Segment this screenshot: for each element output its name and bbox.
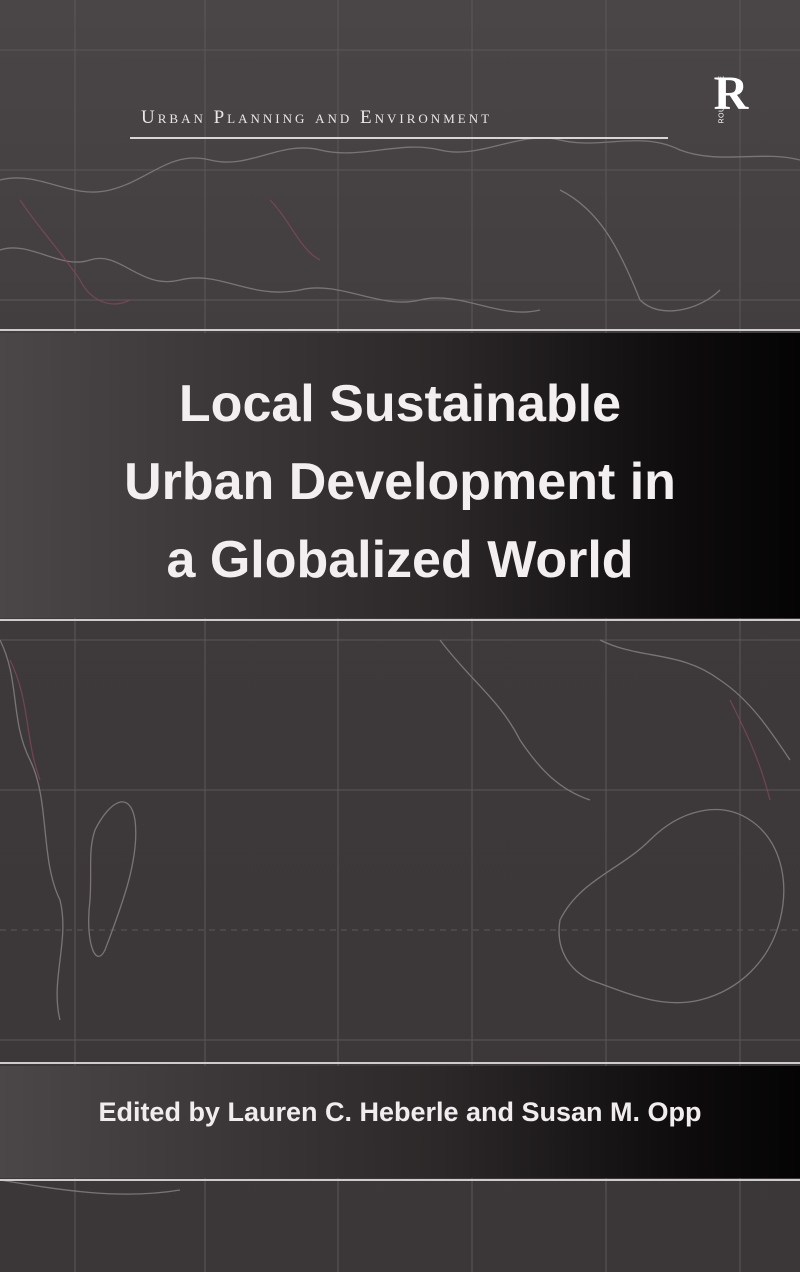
series-divider: [130, 137, 668, 139]
title-line-1: Local Sustainable: [178, 375, 622, 433]
editors-credit: Edited by Lauren C. Heberle and Susan M.…: [98, 1097, 702, 1127]
book-cover: Urban Planning and Environment R ROUTLED…: [0, 0, 800, 1272]
title-band-top-rule: [0, 329, 800, 331]
routledge-logo: R ROUTLEDGE: [711, 67, 751, 128]
editors-band-bottom-rule: [0, 1179, 800, 1181]
title-line-3: a Globalized World: [166, 531, 634, 589]
title-band-bottom-rule: [0, 619, 800, 621]
editors-band-top-rule: [0, 1062, 800, 1064]
series-name: Urban Planning and Environment: [141, 107, 493, 128]
logo-letter: R: [713, 67, 749, 120]
logo-wordmark: ROUTLEDGE: [718, 75, 726, 124]
book-title: Local Sustainable Urban Development in a…: [60, 365, 740, 599]
title-line-2: Urban Development in: [124, 453, 676, 511]
